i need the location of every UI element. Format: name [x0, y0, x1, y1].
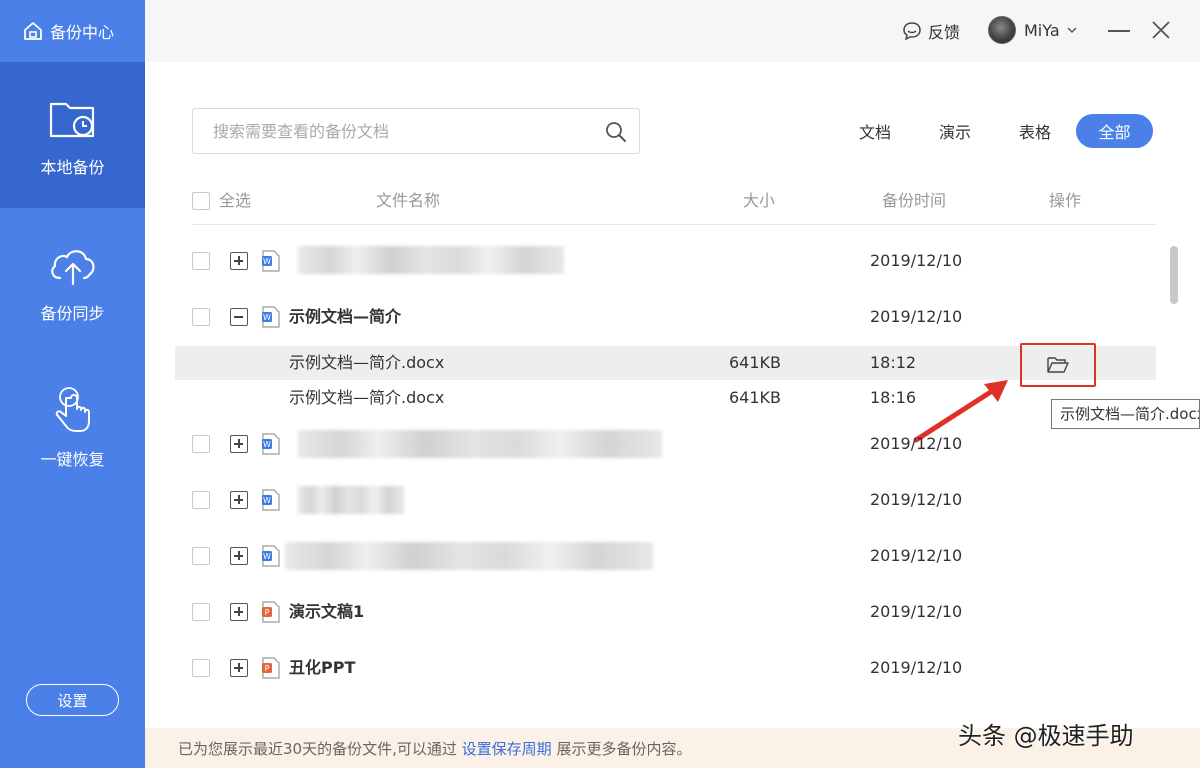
feedback-button[interactable]: 反馈 [902, 18, 960, 44]
row-date: 2019/12/10 [870, 434, 963, 453]
row-checkbox[interactable] [192, 603, 210, 621]
version-filename: 示例文档—简介.docx [289, 353, 445, 372]
expand-icon[interactable] [230, 252, 248, 270]
select-all-checkbox[interactable] [192, 192, 210, 210]
row-checkbox[interactable] [192, 659, 210, 677]
ppt-file-icon: P [262, 657, 280, 679]
search-input[interactable] [193, 109, 593, 153]
search-box [192, 108, 640, 154]
open-folder-icon [1047, 357, 1069, 373]
row-date: 2019/12/10 [870, 251, 963, 270]
row-date: 2019/12/10 [870, 307, 963, 326]
row-filename: 示例文档—简介 [289, 307, 402, 326]
sidebar-item-backup-sync[interactable]: 备份同步 [0, 208, 145, 354]
column-header-size: 大小 [743, 191, 776, 210]
scrollbar-thumb[interactable] [1170, 246, 1178, 304]
column-header-action: 操作 [1049, 191, 1082, 210]
sidebar-item-label: 备份同步 [40, 304, 105, 323]
row-checkbox[interactable] [192, 435, 210, 453]
column-header-time: 备份时间 [882, 191, 947, 210]
expand-icon[interactable] [230, 547, 248, 565]
app-brand: 备份中心 [0, 0, 145, 62]
feedback-label: 反馈 [928, 23, 961, 42]
footer-text: 已为您展示最近30天的备份文件,可以通过 设置保存周期 展示更多备份内容。 [178, 738, 691, 759]
retention-settings-link[interactable]: 设置保存周期 [462, 740, 552, 758]
search-icon[interactable] [605, 121, 627, 143]
row-date: 2019/12/10 [870, 546, 963, 565]
version-filename: 示例文档—简介.docx [289, 388, 445, 407]
collapse-icon[interactable] [230, 308, 248, 326]
app-title: 备份中心 [50, 23, 115, 42]
svg-text:W: W [263, 257, 271, 266]
version-size: 641KB [729, 353, 782, 372]
expand-icon[interactable] [230, 659, 248, 677]
chat-bubble-icon [903, 22, 921, 41]
svg-text:W: W [263, 313, 271, 322]
svg-text:W: W [263, 440, 271, 449]
word-file-icon: W [262, 306, 280, 328]
redacted-filename [298, 486, 404, 514]
word-file-icon: W [262, 489, 280, 511]
word-file-icon: W [262, 433, 280, 455]
sidebar-item-local-backup[interactable]: 本地备份 [0, 62, 145, 208]
row-checkbox[interactable] [192, 547, 210, 565]
header-divider [192, 224, 1156, 225]
expand-icon[interactable] [230, 491, 248, 509]
filter-documents[interactable]: 文档 [848, 114, 902, 148]
filter-presentations[interactable]: 演示 [928, 114, 982, 148]
filename-tooltip: 示例文档—简介.docx [1051, 399, 1200, 429]
ppt-file-icon: P [262, 601, 280, 623]
filter-spreadsheets[interactable]: 表格 [1008, 114, 1062, 148]
row-date: 2019/12/10 [870, 658, 963, 677]
row-filename: 演示文稿1 [289, 602, 365, 621]
row-date: 2019/12/10 [870, 602, 963, 621]
hand-pointer-icon [55, 387, 90, 432]
open-folder-button[interactable] [1020, 343, 1096, 387]
avatar [988, 16, 1016, 44]
sidebar-item-label: 一键恢复 [40, 450, 105, 469]
column-header-name: 文件名称 [376, 191, 441, 210]
row-checkbox[interactable] [192, 252, 210, 270]
footer-suffix: 展示更多备份内容。 [556, 740, 692, 758]
svg-text:P: P [265, 664, 270, 673]
row-checkbox[interactable] [192, 308, 210, 326]
settings-button[interactable]: 设置 [26, 684, 119, 716]
word-file-icon: W [262, 545, 280, 567]
version-size: 641KB [729, 388, 782, 407]
redacted-filename [298, 246, 564, 274]
folder-clock-icon [49, 102, 94, 138]
row-filename: 丑化PPT [289, 658, 356, 677]
redacted-filename [285, 542, 653, 570]
svg-text:P: P [265, 608, 270, 617]
redacted-filename [298, 430, 662, 458]
row-date: 2019/12/10 [870, 490, 963, 509]
sidebar: 备份中心 本地备份 备份同步 一键恢复 设置 [0, 0, 145, 768]
footer-prefix: 已为您展示最近30天的备份文件,可以通过 [178, 740, 457, 758]
cloud-upload-icon [50, 250, 95, 286]
select-all-label: 全选 [219, 191, 252, 210]
row-checkbox[interactable] [192, 491, 210, 509]
svg-text:W: W [263, 552, 271, 561]
svg-text:W: W [263, 496, 271, 505]
home-backup-icon [24, 22, 42, 40]
sidebar-item-one-click-restore[interactable]: 一键恢复 [0, 354, 145, 500]
user-menu[interactable]: MiYa [988, 15, 1078, 45]
expand-icon[interactable] [230, 435, 248, 453]
minimize-icon[interactable] [1108, 30, 1130, 32]
sidebar-item-label: 本地备份 [40, 158, 105, 177]
expand-icon[interactable] [230, 603, 248, 621]
watermark: 头条 @极速手助 [958, 722, 1134, 750]
close-icon[interactable] [1151, 20, 1171, 40]
word-file-icon: W [262, 250, 280, 272]
username: MiYa [1024, 20, 1060, 40]
top-bar: 反馈 MiYa [145, 0, 1200, 62]
chevron-down-icon [1067, 27, 1077, 34]
filter-all[interactable]: 全部 [1076, 114, 1153, 148]
